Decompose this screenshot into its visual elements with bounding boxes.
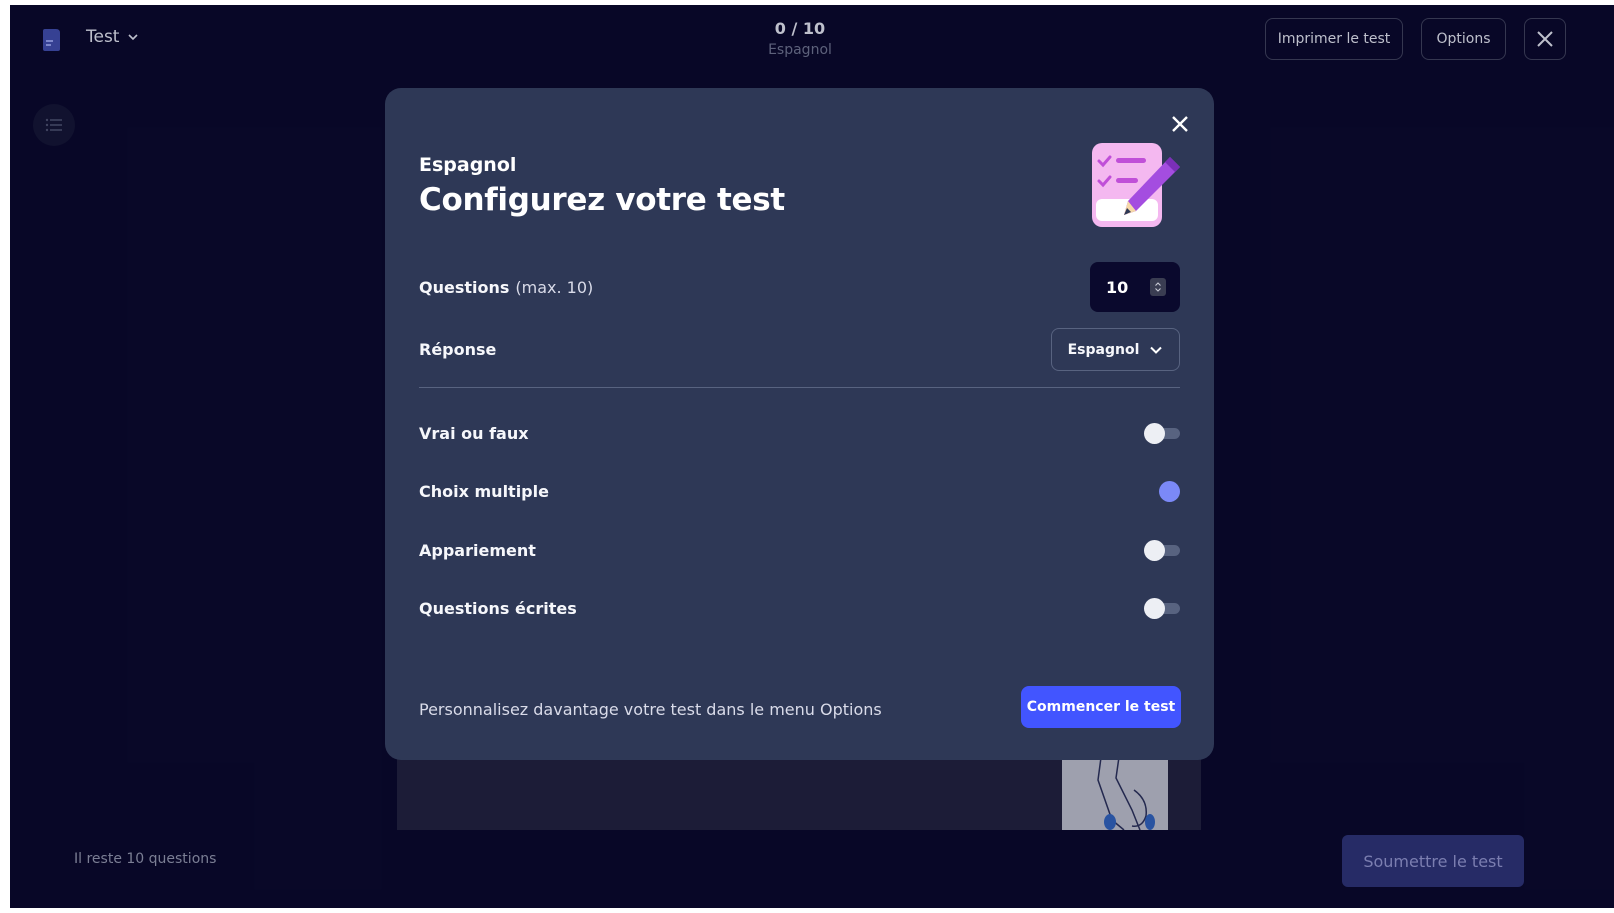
start-test-button[interactable]: Commencer le test bbox=[1021, 686, 1181, 728]
question-type-row: Appariement bbox=[419, 535, 1180, 565]
modal-title: Configurez votre test bbox=[419, 182, 785, 218]
divider bbox=[419, 387, 1180, 388]
question-type-row: Questions écrites bbox=[419, 593, 1180, 623]
questions-count-field[interactable] bbox=[1106, 277, 1132, 297]
options-hint: Personnalisez davantage votre test dans … bbox=[419, 700, 882, 719]
questions-count-input bbox=[1090, 262, 1180, 312]
questions-max-hint: (max. 10) bbox=[515, 277, 594, 297]
question-type-label: Appariement bbox=[419, 540, 536, 560]
test-setup-modal: Espagnol Configurez votre test Questions… bbox=[385, 88, 1214, 760]
chevron-down-icon bbox=[1150, 346, 1163, 354]
test-page: Test 0 / 10 Espagnol Imprimer le test Op… bbox=[10, 5, 1614, 908]
true-false-toggle[interactable] bbox=[1144, 422, 1180, 444]
written-questions-toggle[interactable] bbox=[1144, 597, 1180, 619]
answer-language-row: Réponse Espagnol bbox=[419, 328, 1180, 371]
modal-close-button[interactable] bbox=[1164, 108, 1196, 140]
matching-toggle[interactable] bbox=[1144, 539, 1180, 561]
answer-language-value: Espagnol bbox=[1067, 341, 1140, 358]
close-icon bbox=[1172, 116, 1188, 132]
checklist-pencil-icon bbox=[1092, 143, 1180, 227]
modal-set-name: Espagnol bbox=[419, 154, 517, 176]
question-type-label: Choix multiple bbox=[419, 481, 549, 501]
answer-language-select[interactable]: Espagnol bbox=[1051, 328, 1180, 371]
question-type-label: Vrai ou faux bbox=[419, 423, 529, 443]
question-type-row: Choix multiple bbox=[419, 476, 1180, 506]
question-type-label: Questions écrites bbox=[419, 598, 577, 618]
questions-label: Questions bbox=[419, 277, 510, 297]
question-type-row: Vrai ou faux bbox=[419, 418, 1180, 448]
answer-label: Réponse bbox=[419, 340, 497, 359]
multiple-choice-toggle[interactable] bbox=[1144, 480, 1180, 502]
stepper-arrows-icon bbox=[1155, 282, 1161, 292]
questions-stepper[interactable] bbox=[1150, 278, 1166, 296]
questions-label-group: Questions (max. 10) bbox=[419, 278, 593, 297]
questions-count-row: Questions (max. 10) bbox=[419, 262, 1180, 312]
